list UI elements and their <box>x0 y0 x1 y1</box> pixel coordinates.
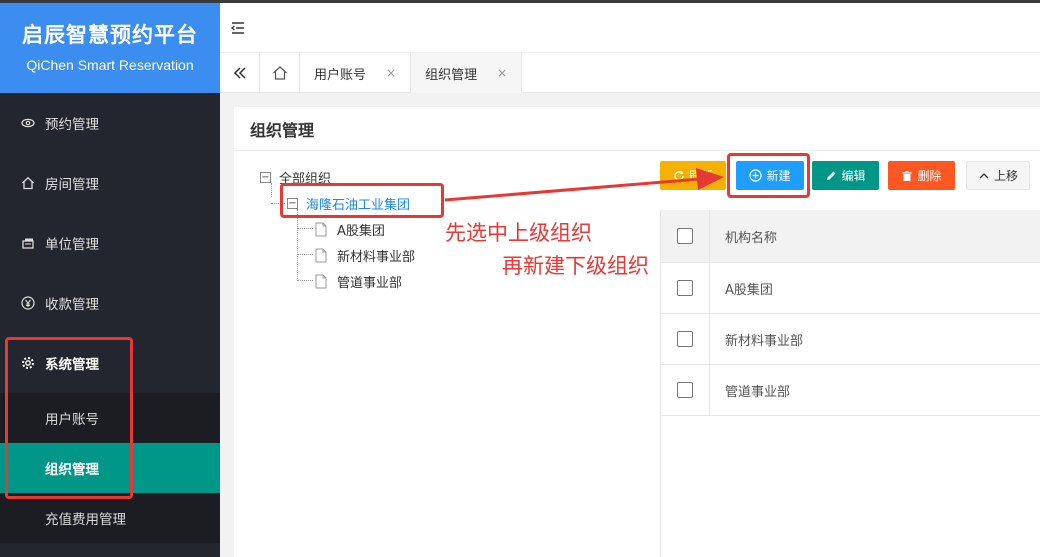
move-up-label: 上移 <box>993 169 1018 183</box>
main-content: 组织管理 − 全部组织 − 海隆石油工业集团 A股集团 新材料事业部 管道事业部… <box>234 107 1040 557</box>
brand-title: 启辰智慧预约平台 <box>22 23 198 47</box>
annotation-text-line1: 先选中上级组织 <box>445 221 592 245</box>
brand: 启辰智慧预约平台 QiChen Smart Reservation <box>0 0 220 93</box>
tree-connector <box>297 228 313 229</box>
trash-icon <box>902 170 912 181</box>
delete-button[interactable]: 删除 <box>888 161 955 190</box>
file-icon <box>315 248 327 263</box>
sidebar-item-label: 房间管理 <box>45 177 99 193</box>
org-name-cell: 新材料事业部 <box>725 333 804 349</box>
annotation-text-line2: 再新建下级组织 <box>502 254 649 278</box>
table-row[interactable]: 管道事业部 <box>661 365 1040 416</box>
tab-home[interactable] <box>260 53 300 93</box>
tree-node-child[interactable]: 新材料事业部 <box>315 246 415 265</box>
tab-label: 组织管理 <box>425 67 478 83</box>
collapse-icon[interactable]: − <box>260 172 271 183</box>
tab-org-management[interactable]: 组织管理 × <box>411 53 523 93</box>
file-icon <box>315 222 327 237</box>
org-name-cell: A股集团 <box>725 282 773 298</box>
brand-subtitle: QiChen Smart Reservation <box>26 57 194 73</box>
move-up-button[interactable]: 上移 <box>966 161 1030 190</box>
close-icon[interactable]: × <box>497 66 507 80</box>
sidebar-item-rooms[interactable]: 房间管理 <box>0 153 220 213</box>
double-chevron-left-icon <box>233 67 246 79</box>
refresh-button[interactable]: 刷新 <box>660 161 726 190</box>
sidebar-item-payments[interactable]: 收款管理 <box>0 273 220 333</box>
tree-node-child[interactable]: 管道事业部 <box>315 272 402 291</box>
table-header-row: 机构名称 <box>661 210 1040 263</box>
org-name-cell: 管道事业部 <box>725 384 791 400</box>
tree-connector <box>297 209 298 281</box>
row-checkbox[interactable] <box>677 382 693 398</box>
annotation-box-selected-org <box>280 183 444 218</box>
tree-node-label: 管道事业部 <box>337 276 403 291</box>
yen-icon <box>20 295 36 311</box>
close-icon[interactable]: × <box>386 66 396 80</box>
table-row[interactable]: 新材料事业部 <box>661 314 1040 365</box>
chevron-up-icon <box>979 172 989 178</box>
sidebar-item-reservation[interactable]: 预约管理 <box>0 93 220 153</box>
sidebar-item-units[interactable]: 单位管理 <box>0 213 220 273</box>
annotation-box-new-button <box>727 153 810 198</box>
row-checkbox[interactable] <box>677 331 693 347</box>
menu-collapse-icon[interactable] <box>230 20 246 36</box>
select-all-checkbox[interactable] <box>677 228 693 244</box>
top-header <box>220 3 1040 53</box>
pencil-icon <box>827 171 836 180</box>
home-icon <box>20 175 36 191</box>
tree-connector <box>297 254 313 255</box>
bank-card-icon <box>20 235 36 251</box>
edit-label: 编辑 <box>841 169 866 183</box>
tree-node-label: 新材料事业部 <box>337 250 416 265</box>
tab-label: 用户账号 <box>314 67 367 83</box>
sidebar-item-label: 单位管理 <box>45 237 99 253</box>
sidebar-item-label: 收款管理 <box>45 297 99 313</box>
tree-connector <box>297 280 313 281</box>
tree-node-label: A股集团 <box>337 224 385 239</box>
column-header-org-name: 机构名称 <box>725 230 778 246</box>
sidebar-subitem-recharge-fees[interactable]: 充值费用管理 <box>0 493 220 543</box>
table-row[interactable]: A股集团 <box>661 263 1040 314</box>
tree-node-child[interactable]: A股集团 <box>315 220 385 239</box>
refresh-icon <box>674 170 684 181</box>
edit-button[interactable]: 编辑 <box>812 161 879 190</box>
eye-icon <box>20 115 36 131</box>
home-icon <box>272 66 287 80</box>
delete-label: 删除 <box>917 169 942 183</box>
tab-user-accounts[interactable]: 用户账号 × <box>300 53 412 93</box>
tab-bar: 用户账号 × 组织管理 × <box>220 53 1040 93</box>
row-checkbox[interactable] <box>677 280 693 296</box>
top-border <box>0 0 1040 3</box>
org-table: 机构名称 A股集团 新材料事业部 管道事业部 <box>660 210 1040 557</box>
tabs-scroll-left-button[interactable] <box>220 53 260 93</box>
sidebar-item-label: 预约管理 <box>45 117 99 133</box>
annotation-box-sidebar <box>5 337 133 499</box>
file-icon <box>315 274 327 289</box>
page-title: 组织管理 <box>234 107 1040 151</box>
refresh-label: 刷新 <box>688 169 713 183</box>
